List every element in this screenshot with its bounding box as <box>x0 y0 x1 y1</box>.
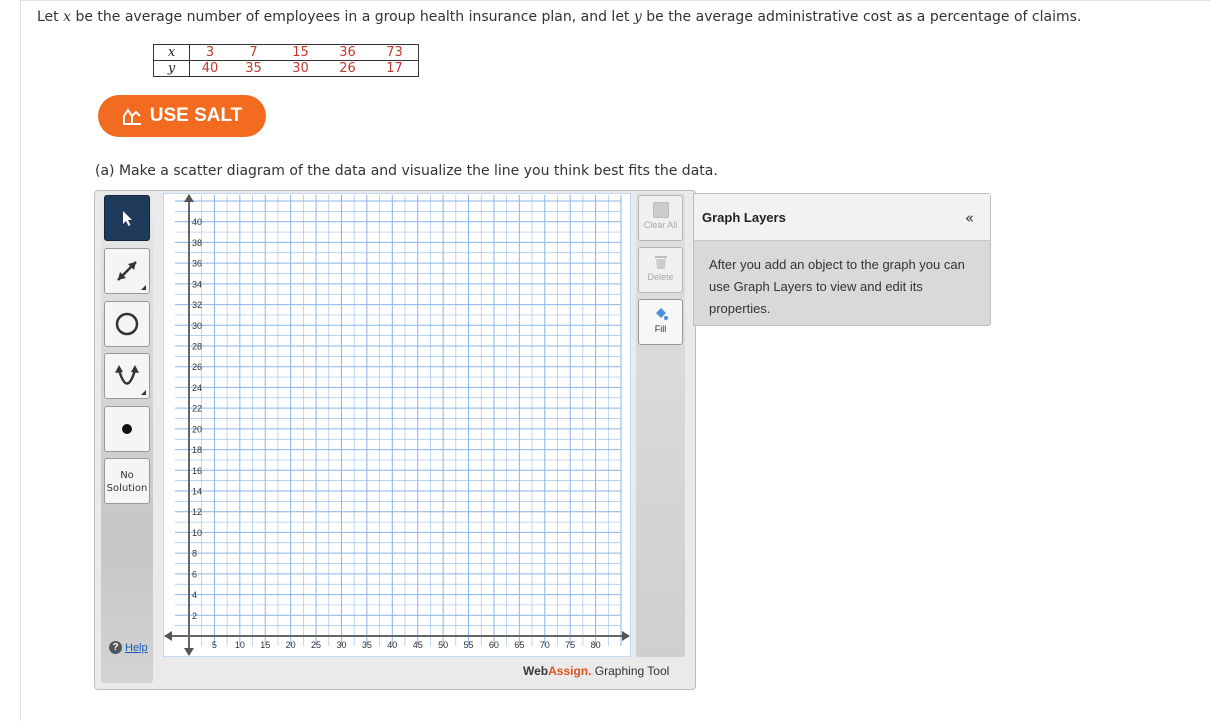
x-tick-label: 15 <box>260 640 270 650</box>
point-tool-icon <box>122 424 132 434</box>
graph-layers-header: Graph Layers « <box>694 194 990 241</box>
circle-tool-button[interactable] <box>104 301 150 347</box>
y-tick-label: 24 <box>192 383 202 393</box>
y-value: 35 <box>230 60 277 77</box>
x-tick-label: 35 <box>362 640 372 650</box>
x-tick-label: 75 <box>565 640 575 650</box>
x-value: 36 <box>324 44 371 61</box>
use-salt-label: USE SALT <box>149 105 243 126</box>
y-value: 40 <box>189 60 230 77</box>
y-tick-label: 32 <box>192 300 202 310</box>
x-tick-label: 70 <box>540 640 550 650</box>
y-tick-label: 34 <box>192 279 202 289</box>
webassign-branding: WebAssign. Graphing Tool <box>523 664 670 678</box>
y-tick-label: 30 <box>192 321 202 331</box>
clear-all-button[interactable]: Clear All <box>638 195 683 241</box>
y-tick-label: 18 <box>192 445 202 455</box>
right-toolbar: Clear All Delete Fill <box>636 193 685 657</box>
part-a-instruction: (a) Make a scatter diagram of the data a… <box>95 163 718 179</box>
y-label: y <box>153 60 190 77</box>
y-tick-label: 20 <box>192 424 202 434</box>
y-tick-label: 26 <box>192 362 202 372</box>
top-border <box>20 0 1210 1</box>
fill-bucket-icon <box>655 308 668 320</box>
no-solution-button[interactable]: No Solution <box>104 458 150 504</box>
collapse-icon[interactable]: « <box>965 209 974 227</box>
y-tick-label: 38 <box>192 238 202 248</box>
graph-layers-title: Graph Layers <box>702 210 786 225</box>
graph-layers-body: After you add an object to the graph you… <box>709 257 965 316</box>
x-value: 73 <box>371 44 419 61</box>
trash-icon <box>654 256 667 269</box>
y-tick-label: 6 <box>192 569 197 579</box>
circle-tool-icon <box>115 312 139 336</box>
salt-chart-icon <box>122 108 141 125</box>
parabola-tool-icon <box>115 365 139 385</box>
line-tool-icon <box>117 261 137 281</box>
y-tick-label: 12 <box>192 507 202 517</box>
fill-button[interactable]: Fill <box>638 299 683 345</box>
y-tick-label: 40 <box>192 217 202 227</box>
clear-all-label: Clear All <box>643 220 678 230</box>
line-tool-button[interactable] <box>104 248 150 294</box>
x-label: x <box>153 44 190 61</box>
x-tick-label: 65 <box>514 640 524 650</box>
y-tick-label: 36 <box>192 259 202 269</box>
x-tick-label: 30 <box>336 640 346 650</box>
x-tick-label: 55 <box>464 640 474 650</box>
delete-label: Delete <box>647 272 674 282</box>
x-tick-label: 50 <box>438 640 448 650</box>
y-tick-label: 4 <box>192 590 197 600</box>
data-table: x 3 7 15 36 73 y 40 35 30 26 17 <box>153 44 419 77</box>
graph-layers-panel: Graph Layers « After you add an object t… <box>693 193 991 326</box>
x-value: 15 <box>277 44 324 61</box>
x-value: 3 <box>189 44 230 61</box>
help-label: Help <box>125 641 148 654</box>
table-row-y: y 40 35 30 26 17 <box>153 60 419 77</box>
graph-canvas[interactable]: 2468101214161820222426283032343638405 10 1… <box>163 193 631 657</box>
left-toolbar: No Solution ? Help <box>101 193 153 683</box>
y-tick-label: 14 <box>192 487 202 497</box>
x-tick-label: 80 <box>591 640 601 650</box>
pointer-tool-button[interactable] <box>104 195 150 241</box>
table-row-x: x 3 7 15 36 73 <box>153 44 419 61</box>
y-tick-label: 22 <box>192 404 202 414</box>
x-tick-label: 5 <box>212 640 217 650</box>
left-border <box>20 0 21 721</box>
graphing-tool: No Solution ? Help 2 4 6 8 10 12 14 16 18 20 22 24 2… <box>94 190 696 690</box>
submenu-indicator <box>141 285 146 290</box>
y-tick-label: 28 <box>192 342 202 352</box>
y-value: 26 <box>324 60 371 77</box>
help-link[interactable]: ? Help <box>109 641 148 654</box>
x-tick-label: 60 <box>489 640 499 650</box>
y-value: 17 <box>371 60 419 77</box>
y-tick-label: 8 <box>192 549 197 559</box>
x-value: 7 <box>230 44 277 61</box>
y-tick-label: 2 <box>192 611 197 621</box>
parabola-tool-button[interactable] <box>104 353 150 399</box>
x-tick-label: 40 <box>387 640 397 650</box>
pointer-arrow-icon <box>123 211 132 226</box>
question-intro: Let x be the average number of employees… <box>37 9 1082 25</box>
point-tool-button[interactable] <box>104 406 150 452</box>
use-salt-button[interactable]: USE SALT <box>98 95 266 137</box>
y-tick-label: 10 <box>192 528 202 538</box>
x-tick-label: 25 <box>311 640 321 650</box>
submenu-indicator <box>141 390 146 395</box>
delete-button[interactable]: Delete <box>638 247 683 293</box>
x-tick-label: 45 <box>413 640 423 650</box>
fill-label: Fill <box>654 324 667 334</box>
clear-all-icon <box>652 202 669 218</box>
help-icon: ? <box>109 641 122 654</box>
x-tick-label: 20 <box>286 640 296 650</box>
x-tick-label: 10 <box>235 640 245 650</box>
graph-background <box>163 193 631 657</box>
no-solution-label-line2: Solution <box>106 483 148 494</box>
y-tick-label: 16 <box>192 466 202 476</box>
y-value: 30 <box>277 60 324 77</box>
no-solution-label-line1: No <box>120 470 134 481</box>
